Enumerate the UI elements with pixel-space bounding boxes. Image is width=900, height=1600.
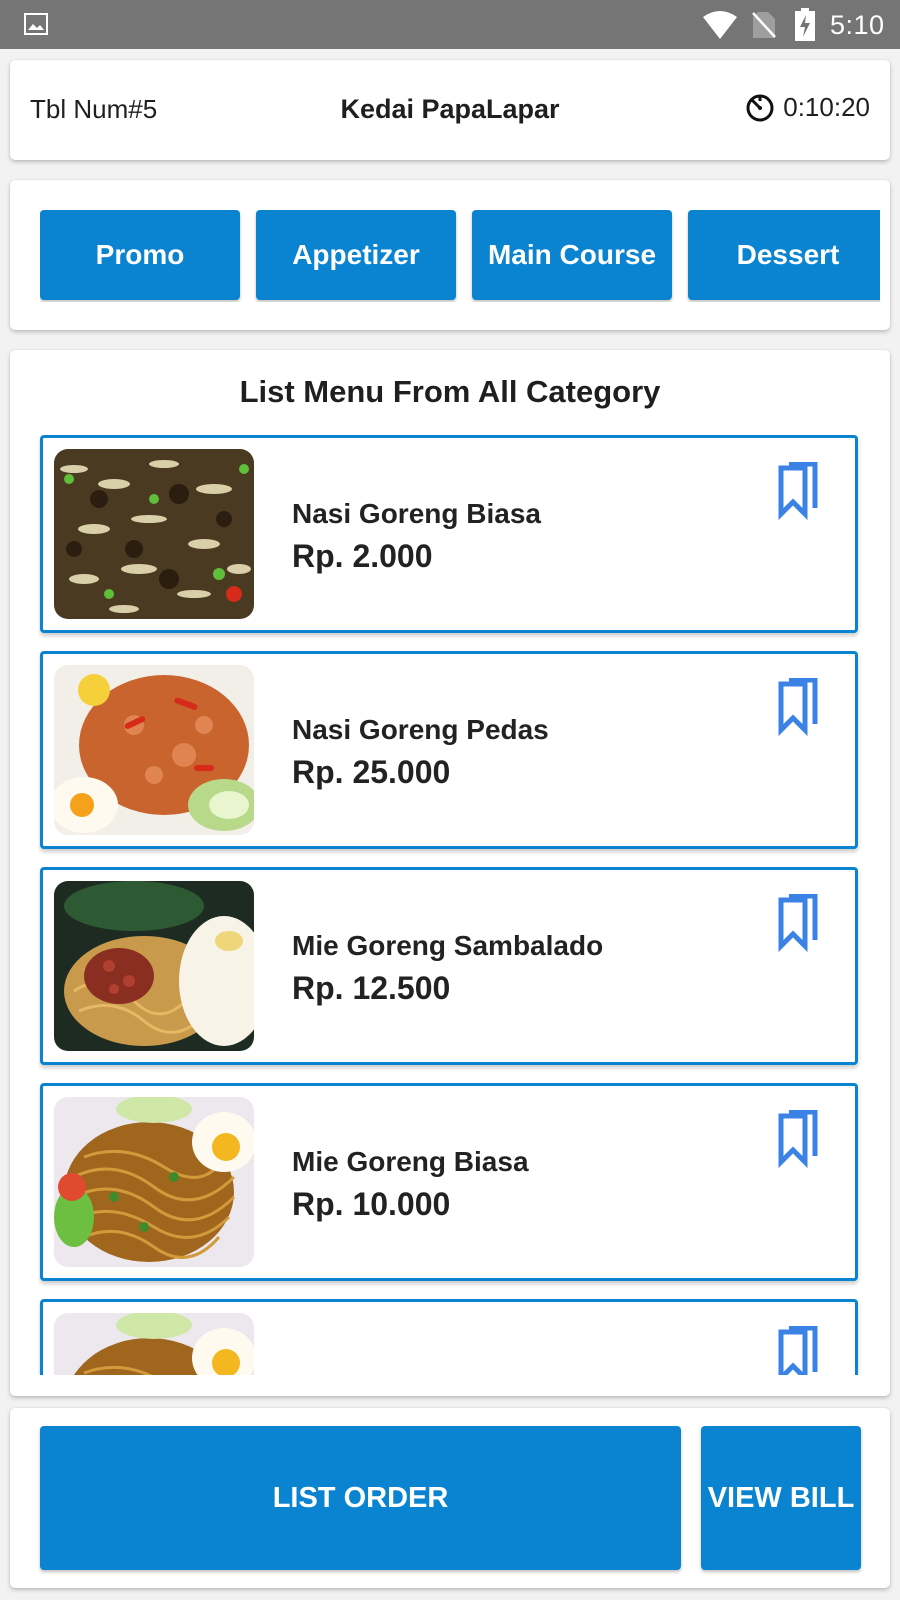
timer-value: 0:10:20	[783, 92, 870, 122]
action-bar: LIST ORDER VIEW BILL	[10, 1408, 890, 1588]
category-promo-button[interactable]: Promo	[40, 210, 240, 300]
header-card: Tbl Num#5 Kedai PapaLapar 0:10:20	[10, 60, 890, 160]
bookmark-icon[interactable]	[771, 1110, 819, 1168]
spicy-fried-rice-photo	[54, 665, 254, 835]
fried-noodle-photo	[54, 1313, 254, 1375]
menu-item[interactable]: Nasi Goreng Biasa Rp. 2.000	[40, 435, 858, 633]
menu-item[interactable]: Nasi Goreng Pedas Rp. 25.000	[40, 651, 858, 849]
no-sim-icon	[752, 12, 776, 38]
fried-noodle-photo	[54, 1097, 254, 1267]
menu-item[interactable]: Mie Goreng Biasa Rp. 10.000	[40, 1083, 858, 1281]
view-bill-button[interactable]: VIEW BILL	[701, 1426, 861, 1570]
menu-item-name: Nasi Goreng Biasa	[292, 498, 541, 529]
session-timer: 0:10:20	[745, 92, 870, 123]
fried-noodle-sambal-photo	[54, 881, 254, 1051]
menu-item-name: Mie Goreng Sambalado	[292, 930, 604, 961]
menu-list[interactable]: Nasi Goreng Biasa Rp. 2.000 Nasi Goreng …	[38, 435, 868, 1375]
status-time: 5:10	[830, 10, 885, 40]
category-dessert-button[interactable]: Dessert	[688, 210, 880, 300]
menu-item-price: Rp. 12.500	[292, 970, 451, 1006]
menu-item-price: Rp. 2.000	[292, 538, 433, 574]
category-bar: Promo Appetizer Main Course Dessert	[10, 180, 890, 330]
wifi-icon	[703, 11, 737, 39]
menu-item[interactable]	[40, 1299, 858, 1375]
status-bar: 5:10	[0, 0, 900, 49]
bookmark-icon[interactable]	[771, 894, 819, 952]
bookmark-icon[interactable]	[771, 678, 819, 736]
menu-item-name: Nasi Goreng Pedas	[292, 714, 549, 745]
timer-icon	[746, 94, 774, 121]
menu-item[interactable]: Mie Goreng Sambalado Rp. 12.500	[40, 867, 858, 1065]
menu-item-price: Rp. 25.000	[292, 754, 451, 790]
bookmark-icon[interactable]	[771, 1326, 819, 1375]
menu-item-price: Rp. 10.000	[292, 1186, 451, 1222]
menu-list-card: List Menu From All Category Nasi Goreng …	[10, 350, 890, 1396]
category-scroller[interactable]: Promo Appetizer Main Course Dessert	[40, 210, 880, 302]
fried-rice-beef-photo	[54, 449, 254, 619]
category-main-course-button[interactable]: Main Course	[472, 210, 672, 300]
battery-charging-icon	[795, 8, 815, 41]
category-appetizer-button[interactable]: Appetizer	[256, 210, 456, 300]
gallery-icon	[24, 13, 48, 35]
menu-list-title: List Menu From All Category	[239, 374, 661, 409]
bookmark-icon[interactable]	[771, 462, 819, 520]
menu-item-name: Mie Goreng Biasa	[292, 1146, 529, 1177]
list-order-button[interactable]: LIST ORDER	[40, 1426, 681, 1570]
